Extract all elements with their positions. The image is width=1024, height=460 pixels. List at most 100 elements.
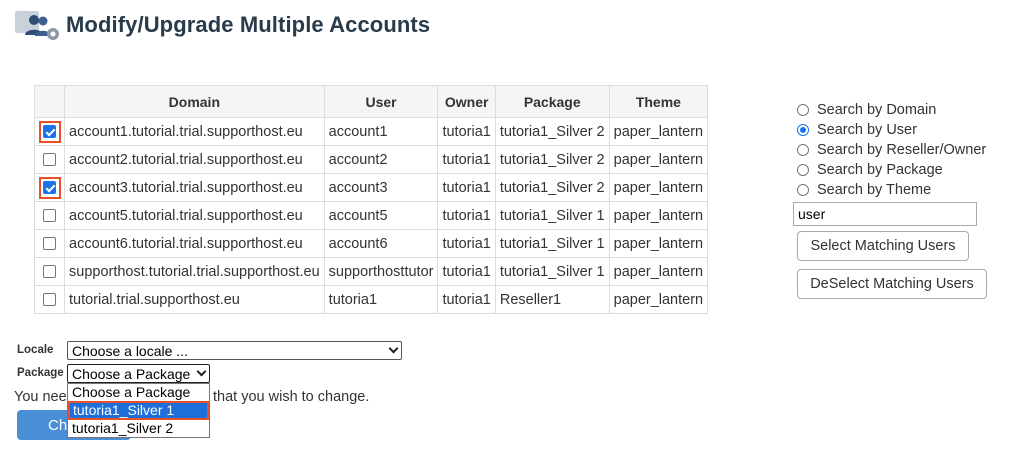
help-text-start: You nee (14, 389, 67, 405)
cell-owner: tutoria1 (437, 173, 496, 202)
search-option[interactable]: Search by Theme (797, 180, 987, 200)
cell-user: supporthosttutor (323, 257, 439, 286)
cell-domain: supporthost.tutorial.trial.supporthost.e… (64, 257, 325, 286)
cell-package: tutoria1_Silver 1 (494, 201, 610, 230)
row-checkbox-cell (34, 257, 65, 286)
cell-theme: paper_lantern (608, 173, 709, 202)
search-option-label: Search by Theme (817, 182, 932, 198)
cell-theme: paper_lantern (608, 285, 709, 314)
row-checkbox[interactable] (43, 265, 56, 279)
locale-label: Locale (17, 344, 54, 356)
radio-button[interactable] (797, 164, 809, 176)
package-option[interactable]: tutoria1_Silver 1 (68, 401, 209, 420)
row-checkbox-cell (34, 229, 65, 258)
row-checkbox-cell (34, 285, 65, 314)
table-row: account6.tutorial.trial.supporthost.eu ac… (34, 229, 709, 258)
column-header-domain[interactable]: Domain (64, 85, 325, 118)
search-option-label: Search by User (817, 122, 917, 138)
search-option-label: Search by Reseller/Owner (817, 142, 987, 158)
cell-theme: paper_lantern (608, 145, 709, 174)
cell-user: account1 (323, 117, 439, 146)
chevron-down-icon (388, 343, 399, 354)
cell-owner: tutoria1 (437, 117, 496, 146)
column-header-package[interactable]: Package (494, 85, 610, 118)
cell-domain: tutorial.trial.supporthost.eu (64, 285, 325, 314)
locale-select-value: Choose a locale ... (72, 342, 188, 359)
column-header-theme[interactable]: Theme (608, 85, 709, 118)
search-option[interactable]: Search by Reseller/Owner (797, 140, 987, 160)
cell-user: account5 (323, 201, 439, 230)
page-title: Modify/Upgrade Multiple Accounts (66, 12, 431, 37)
table-row: supporthost.tutorial.trial.supporthost.e… (34, 257, 709, 286)
help-text-end: that you wish to change. (213, 389, 370, 405)
row-checkbox[interactable] (43, 125, 56, 138)
users-gear-icon (14, 8, 62, 42)
radio-button[interactable] (797, 104, 809, 116)
radio-button[interactable] (797, 184, 809, 196)
row-checkbox-cell (34, 201, 65, 230)
cell-owner: tutoria1 (437, 145, 496, 174)
package-option[interactable]: Choose a Package (68, 384, 209, 401)
page-header: Modify/Upgrade Multiple Accounts (14, 8, 430, 42)
checkbox-highlight (38, 120, 61, 143)
cell-package: tutoria1_Silver 2 (494, 117, 610, 146)
table-row: account1.tutorial.trial.supporthost.eu ac… (34, 117, 709, 146)
locale-select[interactable]: Choose a locale ... (67, 341, 402, 360)
cell-domain: account6.tutorial.trial.supporthost.eu (64, 229, 325, 258)
table-header-row: Domain User Owner Package Theme (34, 85, 709, 118)
cell-theme: paper_lantern (608, 229, 709, 258)
cell-user: account2 (323, 145, 439, 174)
select-matching-users-button[interactable]: Select Matching Users (797, 231, 969, 261)
package-select[interactable]: Choose a Package (67, 364, 210, 383)
cell-domain: account5.tutorial.trial.supporthost.eu (64, 201, 325, 230)
row-checkbox-cell (34, 145, 65, 174)
chevron-down-icon (196, 366, 207, 377)
accounts-table: Domain User Owner Package Theme account1… (34, 85, 709, 314)
radio-button[interactable] (797, 144, 809, 156)
cell-user: tutoria1 (323, 285, 439, 314)
cell-theme: paper_lantern (608, 201, 709, 230)
checkbox-highlight (38, 176, 61, 199)
search-input[interactable] (793, 202, 977, 226)
row-checkbox[interactable] (43, 293, 56, 307)
cell-user: account6 (323, 229, 439, 258)
cell-package: tutoria1_Silver 2 (494, 173, 610, 202)
cell-theme: paper_lantern (608, 117, 709, 146)
column-header-select (34, 85, 65, 118)
column-header-user[interactable]: User (323, 85, 439, 118)
help-text: You nee that you wish to change. (14, 389, 369, 405)
row-checkbox-cell (34, 173, 65, 202)
package-dropdown-list: Choose a Package tutoria1_Silver 1 tutoria… (67, 383, 210, 438)
cell-owner: tutoria1 (437, 229, 496, 258)
cell-user: account3 (323, 173, 439, 202)
cell-theme: paper_lantern (608, 257, 709, 286)
cell-package: Reseller1 (494, 285, 610, 314)
row-checkbox[interactable] (43, 181, 56, 194)
cell-package: tutoria1_Silver 2 (494, 145, 610, 174)
package-select-value: Choose a Package (72, 365, 191, 382)
row-checkbox[interactable] (43, 153, 56, 167)
search-option-label: Search by Domain (817, 102, 937, 118)
package-label: Package (17, 367, 64, 379)
row-checkbox[interactable] (43, 209, 56, 223)
search-option[interactable]: Search by Package (797, 160, 987, 180)
cell-domain: account3.tutorial.trial.supporthost.eu (64, 173, 325, 202)
column-header-owner[interactable]: Owner (437, 85, 496, 118)
deselect-matching-users-button[interactable]: DeSelect Matching Users (797, 269, 987, 299)
row-checkbox[interactable] (43, 237, 56, 251)
radio-button[interactable] (797, 124, 809, 136)
cell-package: tutoria1_Silver 1 (494, 257, 610, 286)
table-row: account2.tutorial.trial.supporthost.eu ac… (34, 145, 709, 174)
cell-owner: tutoria1 (437, 285, 496, 314)
row-checkbox-cell (34, 117, 65, 146)
cell-owner: tutoria1 (437, 257, 496, 286)
cell-owner: tutoria1 (437, 201, 496, 230)
table-row: account5.tutorial.trial.supporthost.eu ac… (34, 201, 709, 230)
cell-domain: account2.tutorial.trial.supporthost.eu (64, 145, 325, 174)
search-option-label: Search by Package (817, 162, 943, 178)
cell-domain: account1.tutorial.trial.supporthost.eu (64, 117, 325, 146)
package-option[interactable]: tutoria1_Silver 2 (68, 420, 209, 437)
search-option[interactable]: Search by Domain (797, 100, 987, 120)
search-option[interactable]: Search by User (797, 120, 987, 140)
table-row: account3.tutorial.trial.supporthost.eu ac… (34, 173, 709, 202)
